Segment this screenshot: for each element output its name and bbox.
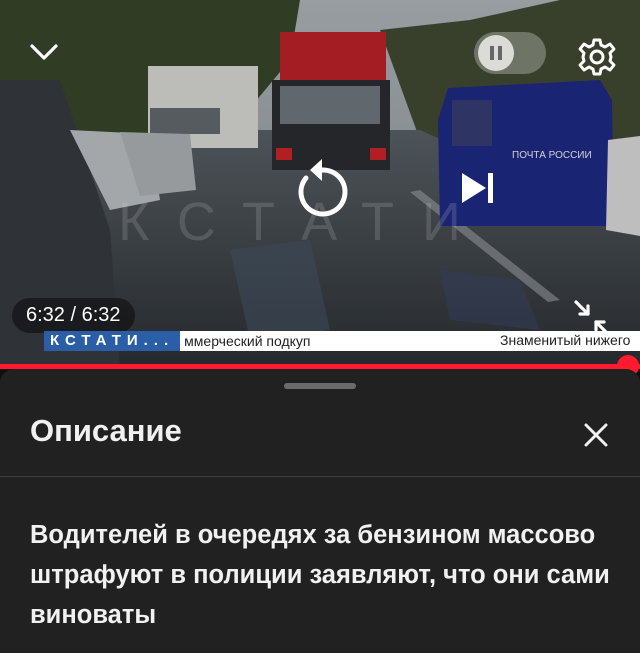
- panel-title: Описание: [30, 413, 182, 448]
- pause-knob: [478, 35, 514, 71]
- fullscreen-button[interactable]: [560, 288, 624, 348]
- gear-icon: [578, 38, 616, 76]
- next-video-button[interactable]: [450, 164, 506, 212]
- pause-icon: [490, 46, 502, 60]
- close-button[interactable]: [574, 413, 618, 457]
- chevron-down-icon: [30, 44, 58, 60]
- skip-next-icon: [462, 173, 493, 203]
- replay-icon: [298, 159, 348, 217]
- panel-divider: [0, 476, 640, 477]
- exit-fullscreen-icon: [574, 300, 610, 336]
- drag-handle[interactable]: [284, 383, 356, 389]
- replay-button[interactable]: [288, 152, 356, 222]
- collapse-button[interactable]: [20, 32, 68, 72]
- video-player[interactable]: ПОЧТА РОССИИ КСТАТИ 6:32 / 6:32 КСТАТИ..…: [0, 0, 640, 367]
- close-icon: [584, 423, 608, 447]
- video-description: Водителей в очередях за бензином массово…: [30, 521, 610, 629]
- time-display: 6:32 / 6:32: [12, 298, 135, 333]
- pause-toggle[interactable]: [474, 32, 546, 74]
- description-panel: Описание Водителей в очередях за бензино…: [0, 369, 640, 653]
- news-ticker: КСТАТИ... ммерческий подкуп Знаменитый н…: [44, 331, 640, 351]
- settings-button[interactable]: [572, 32, 622, 82]
- ticker-headline: ммерческий подкуп: [184, 333, 311, 349]
- ticker-logo: КСТАТИ...: [44, 331, 181, 351]
